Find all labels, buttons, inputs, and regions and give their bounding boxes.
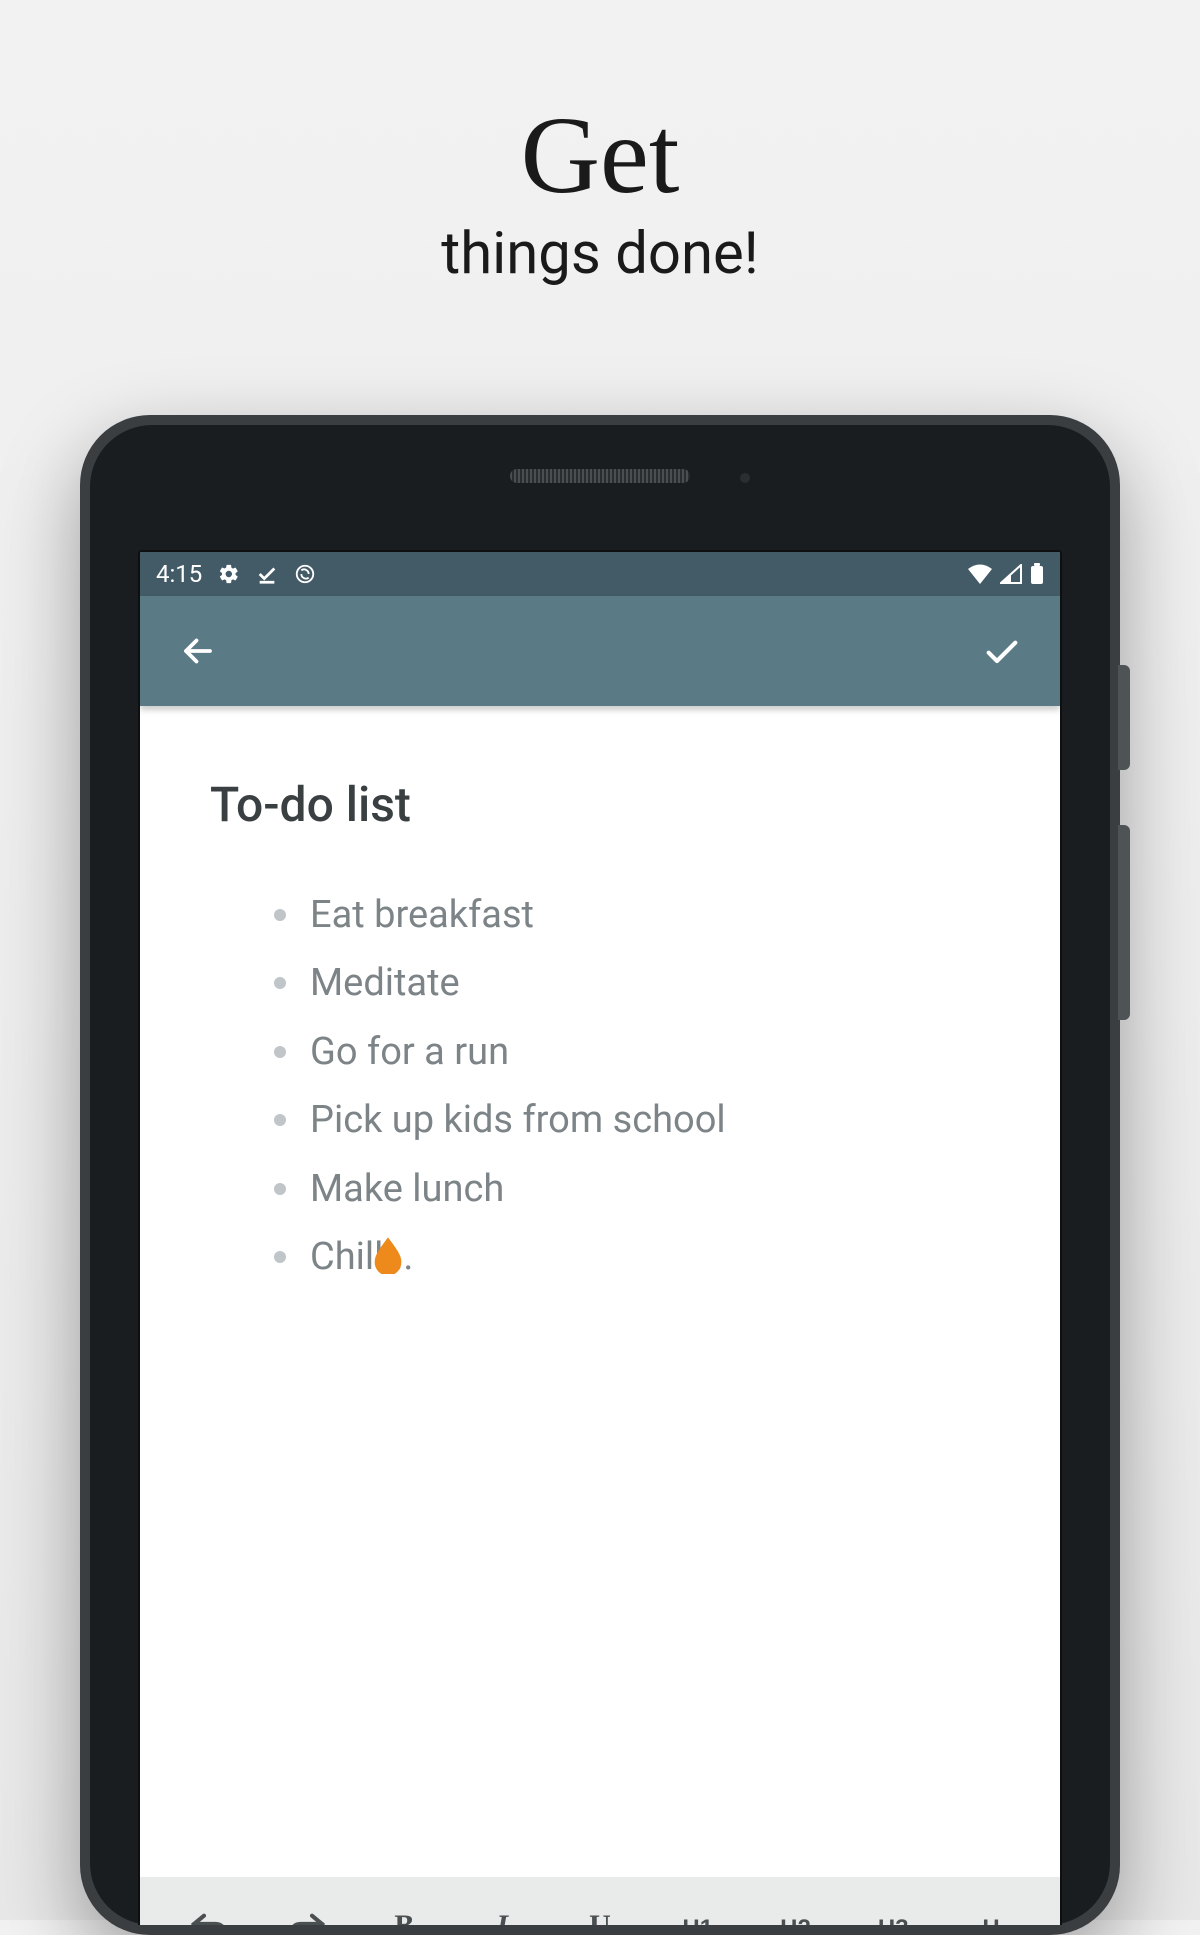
undo-button[interactable]: [184, 1905, 234, 1925]
list-item[interactable]: Meditate: [274, 949, 990, 1017]
device-speaker: [510, 469, 690, 483]
redo-button[interactable]: [282, 1905, 332, 1925]
status-bar: 4:15: [140, 552, 1060, 596]
gear-icon: [218, 563, 240, 585]
h2-button[interactable]: H2: [770, 1915, 820, 1925]
bold-button[interactable]: B: [379, 1909, 429, 1925]
note-list[interactable]: Eat breakfast Meditate Go for a run Pick…: [210, 881, 990, 1291]
redo-icon: [287, 1909, 327, 1925]
text-cursor-handle[interactable]: [368, 1234, 408, 1274]
format-toolbar: B I U H1 H2 H3 H: [140, 1877, 1060, 1925]
app-bar: [140, 596, 1060, 706]
note-title[interactable]: To-do list: [210, 776, 990, 833]
device-camera: [740, 473, 750, 483]
check-icon: [982, 631, 1022, 671]
device-volume-button: [1118, 825, 1130, 1020]
h1-button[interactable]: H1: [673, 1915, 723, 1925]
download-done-icon: [256, 563, 278, 585]
promo-subtitle: things done!: [0, 220, 1200, 288]
undo-icon: [189, 1909, 229, 1925]
list-item[interactable]: Make lunch: [274, 1155, 990, 1223]
battery-icon: [1030, 563, 1044, 585]
list-item[interactable]: Eat breakfast: [274, 881, 990, 949]
list-item[interactable]: Pick up kids from school: [274, 1086, 990, 1154]
promo-heading: Get things done!: [0, 0, 1200, 288]
note-editor[interactable]: To-do list Eat breakfast Meditate Go for…: [140, 706, 1060, 1877]
signal-icon: [1000, 564, 1022, 584]
screen: 4:15: [138, 550, 1062, 1925]
h3-button[interactable]: H3: [868, 1915, 918, 1925]
list-item[interactable]: Go for a run: [274, 1018, 990, 1086]
h4-button[interactable]: H: [966, 1915, 1016, 1925]
promo-title: Get: [0, 100, 1200, 210]
tablet-device-frame: 4:15: [80, 415, 1120, 1935]
arrow-left-icon: [180, 633, 216, 669]
italic-button[interactable]: I: [477, 1909, 527, 1925]
back-button[interactable]: [170, 623, 226, 679]
device-power-button: [1118, 665, 1130, 770]
sync-off-icon: [294, 563, 316, 585]
wifi-icon: [968, 564, 992, 584]
underline-button[interactable]: U: [575, 1909, 625, 1925]
status-time: 4:15: [156, 560, 202, 588]
confirm-button[interactable]: [974, 623, 1030, 679]
